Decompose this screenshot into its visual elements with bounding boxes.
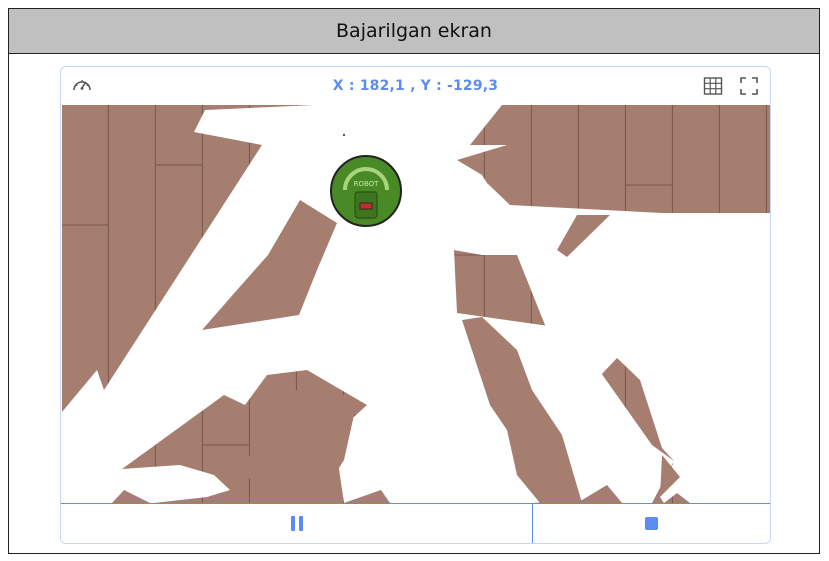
frame-title: Bajarilgan ekran — [9, 9, 819, 54]
robot-sprite[interactable]: ROBOT — [329, 154, 403, 228]
robot-label: ROBOT — [354, 180, 380, 188]
grid-icon[interactable] — [702, 75, 724, 97]
fullscreen-icon[interactable] — [738, 75, 760, 97]
wooden-floor-map — [62, 105, 770, 503]
arena-floor: ROBOT — [62, 105, 770, 503]
coordinates-readout: X : 182,1 , Y : -129,3 — [332, 78, 499, 94]
pause-icon — [290, 516, 303, 531]
pause-button[interactable] — [61, 504, 533, 543]
stop-icon — [645, 517, 658, 530]
simulation-frame: Bajarilgan ekran X : 182,1 , Y : -129,3 — [8, 8, 820, 554]
stop-button[interactable] — [533, 504, 770, 543]
simulator-toolbar: X : 182,1 , Y : -129,3 — [61, 67, 770, 105]
playback-controls — [61, 503, 770, 543]
speedometer-icon[interactable] — [71, 75, 93, 97]
simulator-panel: X : 182,1 , Y : -129,3 ROBOT — [60, 66, 771, 544]
